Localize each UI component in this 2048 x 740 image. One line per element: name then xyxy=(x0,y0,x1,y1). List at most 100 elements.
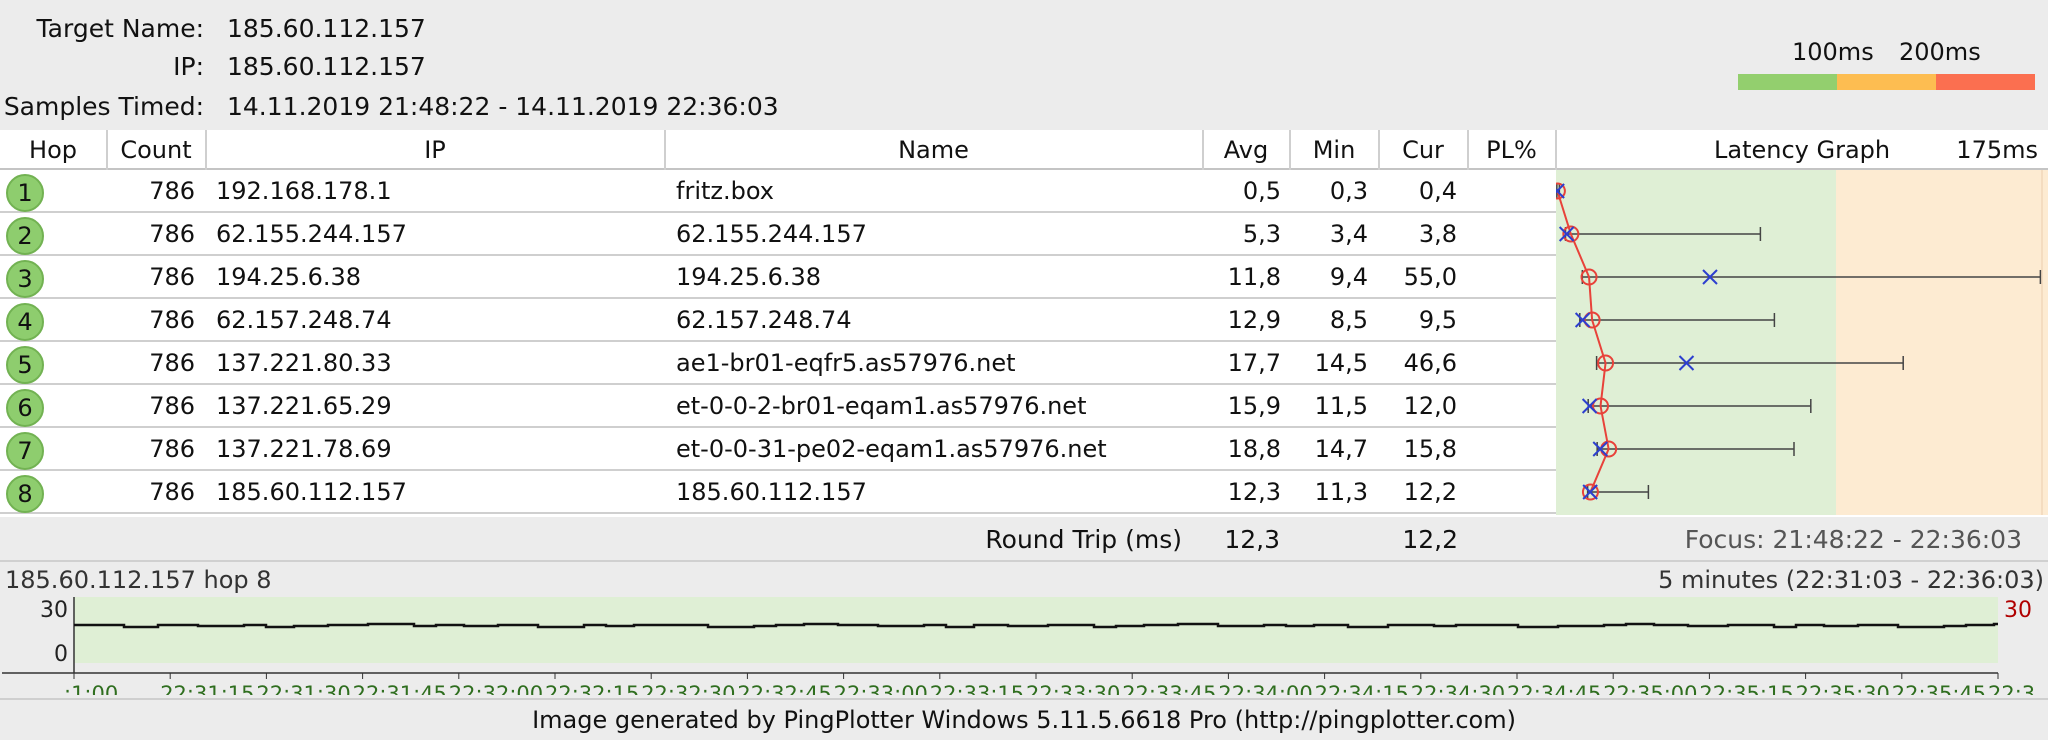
hop-name: 194.25.6.38 xyxy=(676,263,822,291)
col-latency-graph[interactable]: Latency Graph 175ms xyxy=(1556,130,2048,170)
col-ip[interactable]: IP xyxy=(206,130,664,170)
timeline-chart[interactable]: 30030:1:00 22:31:15 22:31:30 22:31:45 22:32:… xyxy=(0,595,2048,695)
col-min[interactable]: Min xyxy=(1290,130,1378,170)
hop-name: 62.157.248.74 xyxy=(676,306,852,334)
hop-avg: 15,9 xyxy=(1227,392,1281,420)
hop-cur: 0,4 xyxy=(1418,177,1457,205)
hop-avg: 12,9 xyxy=(1227,306,1281,334)
hop-min: 9,4 xyxy=(1329,263,1368,291)
x-tick-label: 22:34:30 xyxy=(1411,682,1505,695)
x-tick-label: 22:3 xyxy=(1988,682,2035,695)
hop-ip: 62.157.248.74 xyxy=(216,306,392,334)
table-row[interactable]: 3 786 194.25.6.38 194.25.6.38 11,8 9,4 55,0 xyxy=(0,256,1556,299)
timeline-plot-area xyxy=(74,597,1998,663)
col-name[interactable]: Name xyxy=(665,130,1202,170)
round-trip-avg: 12,3 xyxy=(1224,525,1280,554)
hop-count: 786 xyxy=(149,392,195,420)
hop-ip: 137.221.65.29 xyxy=(216,392,392,420)
col-count[interactable]: Count xyxy=(107,130,205,170)
hop-name: et-0-0-2-br01-eqam1.as57976.net xyxy=(676,392,1087,420)
header-separator xyxy=(1467,130,1469,170)
hop-min: 14,7 xyxy=(1314,435,1368,463)
hop-count: 786 xyxy=(149,435,195,463)
table-row[interactable]: 1 786 192.168.178.1 fritz.box 0,5 0,3 0,4 xyxy=(0,170,1556,213)
latency-zone-green xyxy=(1556,170,1836,515)
x-tick-label: 22:35:00 xyxy=(1603,682,1697,695)
table-row[interactable]: 6 786 137.221.65.29 et-0-0-2-br01-eqam1.as5… xyxy=(0,385,1556,428)
hop-name: ae1-br01-eqfr5.as57976.net xyxy=(676,349,1016,377)
table-row[interactable]: 5 786 137.221.80.33 ae1-br01-eqfr5.as57976.… xyxy=(0,342,1556,385)
hop-pl xyxy=(1468,471,1546,514)
hop-avg: 12,3 xyxy=(1227,478,1281,506)
hop-count: 786 xyxy=(149,306,195,334)
hop-number: 8 xyxy=(6,475,44,513)
hop-count: 786 xyxy=(149,263,195,291)
x-tick-label: 22:33:45 xyxy=(1122,682,1216,695)
latency-graph xyxy=(1556,170,2048,515)
legend-label-200ms: 200ms xyxy=(1899,38,1981,66)
x-tick-label: 22:33:30 xyxy=(1026,682,1120,695)
hop-pl xyxy=(1468,342,1546,385)
hop-cur: 12,0 xyxy=(1403,392,1457,420)
x-tick-label: 22:32:30 xyxy=(641,682,735,695)
latency-zone-orange xyxy=(1836,170,2048,515)
hop-pl xyxy=(1468,428,1546,471)
legend-bar-green xyxy=(1738,74,1837,90)
col-avg[interactable]: Avg xyxy=(1203,130,1289,170)
hop-number: 4 xyxy=(6,303,44,341)
ip-value: 185.60.112.157 xyxy=(227,52,426,81)
footer: Image generated by PingPlotter Windows 5… xyxy=(0,698,2048,740)
col-hop[interactable]: Hop xyxy=(0,130,106,170)
hop-avg: 18,8 xyxy=(1227,435,1281,463)
header-separator xyxy=(1202,130,1204,170)
hop-pl xyxy=(1468,299,1546,342)
table-row[interactable]: 2 786 62.155.244.157 62.155.244.157 5,3 3,4 3,… xyxy=(0,213,1556,256)
table-row[interactable]: 7 786 137.221.78.69 et-0-0-31-pe02-eqam1.as… xyxy=(0,428,1556,471)
hop-ip: 137.221.78.69 xyxy=(216,435,392,463)
x-tick-label: 22:33:00 xyxy=(834,682,928,695)
x-tick-label: 22:34:15 xyxy=(1315,682,1409,695)
samples-timed-value: 14.11.2019 21:48:22 - 14.11.2019 22:36:0… xyxy=(227,92,779,121)
hop-pl xyxy=(1468,385,1546,428)
hop-cur: 9,5 xyxy=(1418,306,1457,334)
hop-pl xyxy=(1468,213,1546,256)
hop-pl xyxy=(1468,256,1546,299)
hop-min: 14,5 xyxy=(1314,349,1368,377)
hop-ip: 62.155.244.157 xyxy=(216,220,407,248)
col-cur[interactable]: Cur xyxy=(1379,130,1467,170)
hop-number: 2 xyxy=(6,217,44,255)
x-tick-label: 22:31:45 xyxy=(353,682,447,695)
legend-bar-red xyxy=(1936,74,2035,90)
hop-name: 185.60.112.157 xyxy=(676,478,867,506)
hop-avg: 5,3 xyxy=(1242,220,1281,248)
x-tick-label: 22:34:45 xyxy=(1507,682,1601,695)
hop-name: et-0-0-31-pe02-eqam1.as57976.net xyxy=(676,435,1107,463)
hop-count: 786 xyxy=(149,220,195,248)
round-trip-label: Round Trip (ms) xyxy=(985,525,1182,554)
hop-cur: 46,6 xyxy=(1403,349,1457,377)
ip-label: IP: xyxy=(173,52,204,81)
x-tick-label: 22:31:15 xyxy=(160,682,254,695)
hop-ip: 185.60.112.157 xyxy=(216,478,407,506)
timeline-panel: 185.60.112.157 hop 8 5 minutes (22:31:03… xyxy=(0,563,2048,698)
target-name-value: 185.60.112.157 xyxy=(227,14,426,43)
x-tick-label: 22:32:00 xyxy=(449,682,543,695)
round-trip-row: Round Trip (ms) 12,3 12,2 Focus: 21:48:2… xyxy=(0,517,2048,562)
x-tick-label: 22:33:15 xyxy=(930,682,1024,695)
table-row[interactable]: 4 786 62.157.248.74 62.157.248.74 12,9 8,5 9,5 xyxy=(0,299,1556,342)
hop-number: 6 xyxy=(6,389,44,427)
header-separator xyxy=(1555,130,1557,170)
hop-count: 786 xyxy=(149,478,195,506)
round-trip-cur: 12,2 xyxy=(1402,525,1458,554)
header-separator xyxy=(1378,130,1380,170)
col-pl[interactable]: PL% xyxy=(1468,130,1555,170)
hop-cur: 55,0 xyxy=(1403,263,1457,291)
y-axis-top-label: 30 xyxy=(40,598,68,623)
hop-ip: 137.221.80.33 xyxy=(216,349,392,377)
samples-timed-label: Samples Timed: xyxy=(3,92,204,121)
hop-min: 11,3 xyxy=(1314,478,1368,506)
table-row[interactable]: 8 786 185.60.112.157 185.60.112.157 12,3 11,3… xyxy=(0,471,1556,514)
x-tick-label: 22:32:45 xyxy=(737,682,831,695)
hop-avg: 0,5 xyxy=(1242,177,1281,205)
hop-number: 5 xyxy=(6,346,44,384)
